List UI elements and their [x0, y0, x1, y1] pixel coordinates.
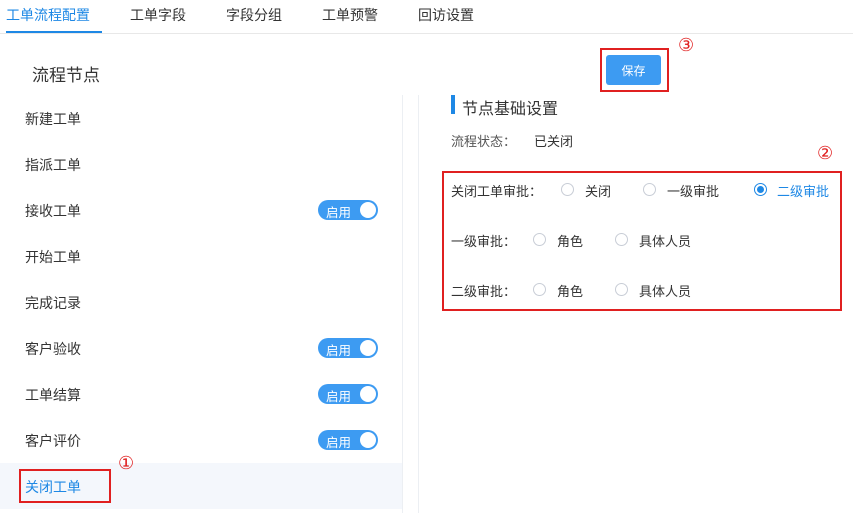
- toggle-knob: [360, 386, 376, 402]
- node-label: 新建工单: [25, 112, 81, 128]
- tab-work-order-alerts[interactable]: 工单预警: [322, 5, 378, 25]
- node-label: 指派工单: [25, 158, 81, 174]
- toggle-knob: [360, 202, 376, 218]
- tab-work-order-fields[interactable]: 工单字段: [130, 5, 186, 25]
- node-label: 接收工单: [25, 204, 81, 220]
- radio-close-approval-level2[interactable]: [754, 183, 767, 196]
- toggle-label: 启用: [326, 343, 352, 358]
- node-label: 客户评价: [25, 434, 81, 450]
- radio-level2-person[interactable]: [615, 283, 628, 296]
- toggle-label: 启用: [326, 435, 352, 450]
- tab-workflow-config[interactable]: 工单流程配置: [6, 5, 90, 25]
- toggle-receive-enabled[interactable]: 启用: [318, 200, 378, 220]
- tab-revisit-settings[interactable]: 回访设置: [418, 5, 474, 25]
- node-label: 开始工单: [25, 250, 81, 266]
- close-approval-label: 关闭工单审批：: [451, 185, 543, 200]
- toggle-label: 启用: [326, 205, 352, 220]
- radio-level2-role[interactable]: [533, 283, 546, 296]
- annotation-marker-1: ①: [118, 453, 135, 474]
- radio-label: 一级审批: [667, 185, 720, 200]
- node-item-complete-record[interactable]: 完成记录: [0, 279, 402, 325]
- toggle-settlement-enabled[interactable]: 启用: [318, 384, 378, 404]
- radio-label: 具体人员: [639, 285, 692, 300]
- tab-field-groups[interactable]: 字段分组: [226, 5, 282, 25]
- status-label: 流程状态：: [451, 135, 517, 150]
- node-label: 客户验收: [25, 342, 81, 358]
- toggle-knob: [360, 340, 376, 356]
- divider: [418, 95, 419, 513]
- radio-level1-role[interactable]: [533, 233, 546, 246]
- node-item-assign[interactable]: 指派工单: [0, 141, 402, 187]
- radio-level1-person[interactable]: [615, 233, 628, 246]
- radio-label: 角色: [557, 235, 584, 250]
- tab-bar: 工单流程配置 工单字段 字段分组 工单预警 回访设置: [0, 0, 853, 34]
- node-settings-title: 节点基础设置: [462, 99, 559, 118]
- radio-close-approval-off[interactable]: [561, 183, 574, 196]
- annotation-marker-3: ③: [678, 35, 695, 56]
- toggle-knob: [360, 432, 376, 448]
- toggle-acceptance-enabled[interactable]: 启用: [318, 338, 378, 358]
- level1-approval-label: 一级审批：: [451, 235, 517, 250]
- node-item-new[interactable]: 新建工单: [0, 95, 402, 141]
- status-value: 已关闭: [534, 135, 574, 150]
- radio-label: 二级审批: [777, 185, 830, 200]
- active-tab-indicator: [6, 31, 102, 33]
- section-accent-bar: [451, 95, 455, 114]
- radio-close-approval-level1[interactable]: [643, 183, 656, 196]
- node-label: 工单结算: [25, 388, 81, 404]
- node-label: 完成记录: [25, 296, 81, 312]
- radio-label: 具体人员: [639, 235, 692, 250]
- annotation-marker-2: ②: [817, 143, 834, 164]
- level2-approval-label: 二级审批：: [451, 285, 517, 300]
- radio-label: 关闭: [585, 185, 612, 200]
- section-title: 流程节点: [32, 66, 100, 86]
- annotation-box-close-node: [19, 469, 111, 503]
- node-item-start[interactable]: 开始工单: [0, 233, 402, 279]
- radio-label: 角色: [557, 285, 584, 300]
- toggle-review-enabled[interactable]: 启用: [318, 430, 378, 450]
- radio-dot: [757, 186, 764, 193]
- toggle-label: 启用: [326, 389, 352, 404]
- save-button[interactable]: 保存: [606, 55, 661, 85]
